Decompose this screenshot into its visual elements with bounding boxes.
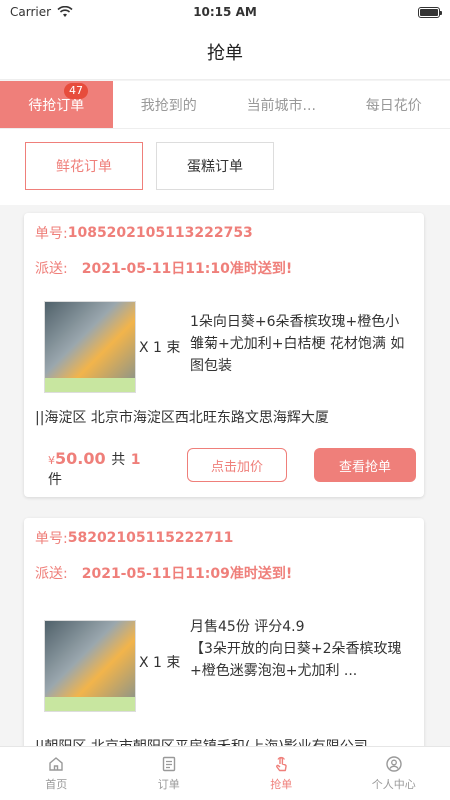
- nav-label: 抢单: [270, 778, 293, 791]
- delivery-time: 2021-05-11日11:10准时送到!: [81, 261, 293, 277]
- delivery-row: 派送: 2021-05-11日11:09准时送到!: [35, 563, 292, 583]
- product-description: 【3朵开放的向日葵+2朵香槟玫瑰+橙色迷雾泡泡+尤加利 ...: [190, 641, 402, 679]
- product-sales-rating: 月售45份 评分4.9: [190, 619, 305, 635]
- order-number: 58202105115222711: [67, 530, 234, 546]
- home-icon: [49, 757, 63, 771]
- order-card[interactable]: 单号: 1085202105113222753 派送: 2021-05-11日1…: [24, 213, 424, 497]
- tab-bar: 待抢订单 47 我抢到的 当前城市... 每日花价: [0, 81, 450, 129]
- nav-profile[interactable]: 个人中心: [338, 747, 450, 800]
- delivery-row: 派送: 2021-05-11日11:10准时送到!: [35, 258, 292, 278]
- wifi-icon: [57, 6, 73, 17]
- pending-count-badge: 47: [64, 83, 88, 99]
- add-price-button[interactable]: 点击加价: [187, 448, 287, 482]
- tab-label: 每日花价: [365, 97, 422, 114]
- nav-label: 个人中心: [371, 778, 416, 791]
- battery-icon: [418, 6, 442, 18]
- quantity: X 1 束: [139, 655, 181, 671]
- order-number-label: 单号:: [35, 226, 68, 242]
- nav-label: 订单: [157, 778, 180, 791]
- bottom-nav: 首页 订单 抢单 个人中心: [0, 746, 450, 800]
- count-prefix: 共: [111, 452, 126, 468]
- filter-row: 鲜花订单 蛋糕订单: [0, 129, 450, 205]
- order-number-row: 单号: 58202105115222711: [35, 528, 233, 548]
- delivery-address: ||海淀区 北京市海淀区西北旺东路文思海辉大厦: [35, 410, 329, 426]
- product-image-tag: [45, 378, 135, 392]
- product-image-tag: [45, 697, 135, 711]
- order-number-label: 单号:: [35, 531, 68, 547]
- product-image[interactable]: [44, 301, 136, 393]
- nav-label: 首页: [45, 778, 68, 791]
- tap-icon: [276, 756, 287, 772]
- order-number-row: 单号: 1085202105113222753: [35, 223, 253, 243]
- quantity: X 1 束: [139, 340, 181, 356]
- order-number: 1085202105113222753: [67, 225, 253, 241]
- page-title: 抢单: [207, 42, 243, 64]
- nav-home[interactable]: 首页: [0, 747, 113, 800]
- item-count: 1: [130, 452, 141, 468]
- delivery-label: 派送:: [35, 261, 68, 277]
- tab-label: 当前城市...: [246, 97, 316, 114]
- count-suffix: 件: [48, 472, 62, 488]
- carrier-label: Carrier: [10, 5, 52, 19]
- tab-pending-orders[interactable]: 待抢订单 47: [0, 81, 113, 128]
- currency-symbol: ¥: [48, 454, 55, 467]
- view-order-button[interactable]: 查看抢单: [314, 448, 416, 482]
- flower-orders-button[interactable]: 鲜花订单: [25, 142, 143, 190]
- tab-label: 我抢到的: [140, 97, 197, 114]
- order-icon: [162, 756, 175, 772]
- cake-orders-button[interactable]: 蛋糕订单: [156, 142, 274, 190]
- price-block: ¥50.00 共 1 件: [48, 449, 141, 489]
- delivery-label: 派送:: [35, 566, 68, 582]
- user-icon: [386, 756, 402, 772]
- order-card[interactable]: 单号: 58202105115222711 派送: 2021-05-11日11:…: [24, 518, 424, 758]
- nav-orders[interactable]: 订单: [113, 747, 226, 800]
- tab-current-city[interactable]: 当前城市...: [225, 81, 338, 128]
- delivery-time: 2021-05-11日11:09准时送到!: [81, 566, 293, 582]
- tab-daily-price[interactable]: 每日花价: [338, 81, 450, 128]
- product-description: 1朵向日葵+6朵香槟玫瑰+橙色小雏菊+尤加利+白桔梗 花材饱满 如图包装: [190, 314, 405, 374]
- nav-grab-orders[interactable]: 抢单: [225, 747, 338, 800]
- product-image[interactable]: [44, 620, 136, 712]
- status-bar: Carrier 10:15 AM: [0, 0, 450, 24]
- tab-my-orders[interactable]: 我抢到的: [113, 81, 226, 128]
- price-value: 50.00: [55, 449, 106, 468]
- nav-bar: 抢单: [0, 24, 450, 80]
